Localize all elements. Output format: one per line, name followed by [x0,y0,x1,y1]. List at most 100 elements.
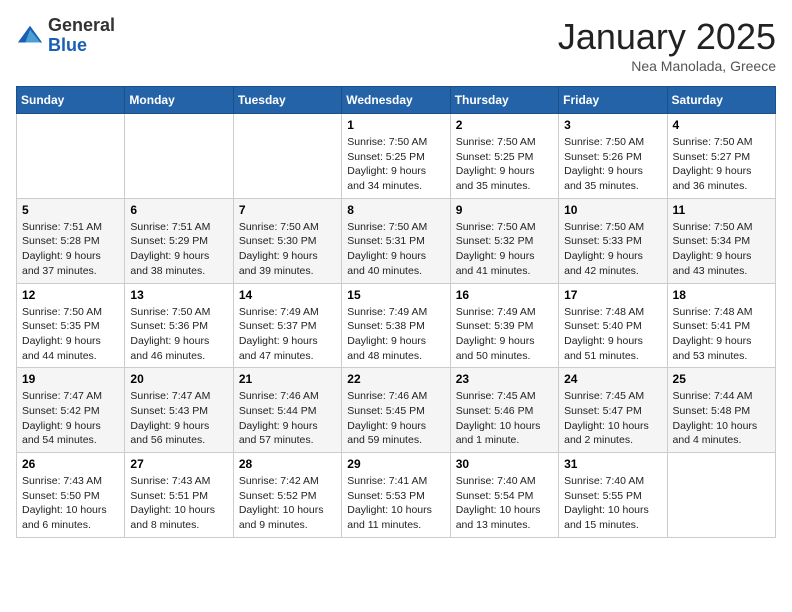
day-number: 27 [130,457,227,471]
calendar-cell: 29 Sunrise: 7:41 AM Sunset: 5:53 PM Dayli… [342,453,450,538]
week-row-2: 5 Sunrise: 7:51 AM Sunset: 5:28 PM Daylig… [17,198,776,283]
calendar-cell: 1Sunrise: 7:50 AM Sunset: 5:25 PM Daylig… [342,114,450,199]
day-number: 21 [239,372,336,386]
calendar-cell: 4 Sunrise: 7:50 AM Sunset: 5:27 PM Daylig… [667,114,775,199]
day-info: Sunrise: 7:50 AM Sunset: 5:36 PM Dayligh… [130,305,227,364]
calendar-cell: 20 Sunrise: 7:47 AM Sunset: 5:43 PM Dayli… [125,368,233,453]
day-info: Sunrise: 7:44 AM Sunset: 5:48 PM Dayligh… [673,389,770,448]
day-number: 20 [130,372,227,386]
day-number: 24 [564,372,661,386]
day-info: Sunrise: 7:47 AM Sunset: 5:42 PM Dayligh… [22,389,119,448]
day-number: 9 [456,203,553,217]
location: Nea Manolada, Greece [558,58,776,74]
calendar-cell: 7Sunrise: 7:50 AM Sunset: 5:30 PM Daylig… [233,198,341,283]
day-info: Sunrise: 7:50 AM Sunset: 5:25 PM Dayligh… [456,135,553,194]
day-info: Sunrise: 7:47 AM Sunset: 5:43 PM Dayligh… [130,389,227,448]
calendar-cell: 27 Sunrise: 7:43 AM Sunset: 5:51 PM Dayli… [125,453,233,538]
week-row-3: 12 Sunrise: 7:50 AM Sunset: 5:35 PM Dayli… [17,283,776,368]
day-header-wednesday: Wednesday [342,87,450,114]
day-number: 3 [564,118,661,132]
day-info: Sunrise: 7:50 AM Sunset: 5:35 PM Dayligh… [22,305,119,364]
month-title: January 2025 [558,16,776,58]
calendar-cell: 9 Sunrise: 7:50 AM Sunset: 5:32 PM Daylig… [450,198,558,283]
calendar-cell: 6 Sunrise: 7:51 AM Sunset: 5:29 PM Daylig… [125,198,233,283]
calendar-cell: 8 Sunrise: 7:50 AM Sunset: 5:31 PM Daylig… [342,198,450,283]
day-info: Sunrise: 7:50 AM Sunset: 5:32 PM Dayligh… [456,220,553,279]
calendar-cell [667,453,775,538]
day-info: Sunrise: 7:46 AM Sunset: 5:45 PM Dayligh… [347,389,444,448]
day-number: 30 [456,457,553,471]
calendar-cell: 23 Sunrise: 7:45 AM Sunset: 5:46 PM Dayli… [450,368,558,453]
calendar-cell: 11 Sunrise: 7:50 AM Sunset: 5:34 PM Dayli… [667,198,775,283]
calendar-cell: 14 Sunrise: 7:49 AM Sunset: 5:37 PM Dayli… [233,283,341,368]
day-number: 13 [130,288,227,302]
day-info: Sunrise: 7:40 AM Sunset: 5:55 PM Dayligh… [564,474,661,533]
calendar-cell [125,114,233,199]
page-header: General Blue January 2025 Nea Manolada, … [16,16,776,74]
day-info: Sunrise: 7:51 AM Sunset: 5:29 PM Dayligh… [130,220,227,279]
day-info: Sunrise: 7:50 AM Sunset: 5:33 PM Dayligh… [564,220,661,279]
day-info: Sunrise: 7:51 AM Sunset: 5:28 PM Dayligh… [22,220,119,279]
calendar-cell: 24 Sunrise: 7:45 AM Sunset: 5:47 PM Dayli… [559,368,667,453]
calendar-cell [233,114,341,199]
calendar-cell: 17Sunrise: 7:48 AM Sunset: 5:40 PM Dayli… [559,283,667,368]
logo-icon [16,22,44,50]
day-info: Sunrise: 7:50 AM Sunset: 5:31 PM Dayligh… [347,220,444,279]
calendar-cell: 21Sunrise: 7:46 AM Sunset: 5:44 PM Dayli… [233,368,341,453]
day-number: 8 [347,203,444,217]
day-header-friday: Friday [559,87,667,114]
calendar-cell: 25 Sunrise: 7:44 AM Sunset: 5:48 PM Dayli… [667,368,775,453]
week-row-1: 1Sunrise: 7:50 AM Sunset: 5:25 PM Daylig… [17,114,776,199]
day-info: Sunrise: 7:49 AM Sunset: 5:39 PM Dayligh… [456,305,553,364]
title-block: January 2025 Nea Manolada, Greece [558,16,776,74]
day-info: Sunrise: 7:50 AM Sunset: 5:27 PM Dayligh… [673,135,770,194]
calendar-table: SundayMondayTuesdayWednesdayThursdayFrid… [16,86,776,538]
day-number: 26 [22,457,119,471]
day-number: 5 [22,203,119,217]
day-number: 29 [347,457,444,471]
calendar-cell: 10 Sunrise: 7:50 AM Sunset: 5:33 PM Dayli… [559,198,667,283]
day-info: Sunrise: 7:50 AM Sunset: 5:34 PM Dayligh… [673,220,770,279]
day-number: 12 [22,288,119,302]
day-info: Sunrise: 7:45 AM Sunset: 5:46 PM Dayligh… [456,389,553,448]
day-info: Sunrise: 7:43 AM Sunset: 5:50 PM Dayligh… [22,474,119,533]
day-number: 18 [673,288,770,302]
day-info: Sunrise: 7:49 AM Sunset: 5:37 PM Dayligh… [239,305,336,364]
calendar-cell: 28 Sunrise: 7:42 AM Sunset: 5:52 PM Dayli… [233,453,341,538]
day-number: 17 [564,288,661,302]
day-header-thursday: Thursday [450,87,558,114]
calendar-cell: 3Sunrise: 7:50 AM Sunset: 5:26 PM Daylig… [559,114,667,199]
calendar-cell: 15Sunrise: 7:49 AM Sunset: 5:38 PM Dayli… [342,283,450,368]
day-number: 22 [347,372,444,386]
day-number: 23 [456,372,553,386]
calendar-cell: 22 Sunrise: 7:46 AM Sunset: 5:45 PM Dayli… [342,368,450,453]
week-row-5: 26 Sunrise: 7:43 AM Sunset: 5:50 PM Dayli… [17,453,776,538]
day-number: 11 [673,203,770,217]
calendar-cell: 31Sunrise: 7:40 AM Sunset: 5:55 PM Dayli… [559,453,667,538]
day-number: 7 [239,203,336,217]
day-info: Sunrise: 7:42 AM Sunset: 5:52 PM Dayligh… [239,474,336,533]
day-info: Sunrise: 7:48 AM Sunset: 5:41 PM Dayligh… [673,305,770,364]
logo: General Blue [16,16,115,56]
day-info: Sunrise: 7:41 AM Sunset: 5:53 PM Dayligh… [347,474,444,533]
day-number: 25 [673,372,770,386]
day-number: 28 [239,457,336,471]
day-info: Sunrise: 7:45 AM Sunset: 5:47 PM Dayligh… [564,389,661,448]
calendar-cell: 26 Sunrise: 7:43 AM Sunset: 5:50 PM Dayli… [17,453,125,538]
day-info: Sunrise: 7:40 AM Sunset: 5:54 PM Dayligh… [456,474,553,533]
day-header-saturday: Saturday [667,87,775,114]
day-number: 4 [673,118,770,132]
day-header-sunday: Sunday [17,87,125,114]
calendar-cell: 30 Sunrise: 7:40 AM Sunset: 5:54 PM Dayli… [450,453,558,538]
day-info: Sunrise: 7:43 AM Sunset: 5:51 PM Dayligh… [130,474,227,533]
day-number: 6 [130,203,227,217]
day-number: 19 [22,372,119,386]
calendar-cell [17,114,125,199]
calendar-cell: 12 Sunrise: 7:50 AM Sunset: 5:35 PM Dayli… [17,283,125,368]
calendar-cell: 13 Sunrise: 7:50 AM Sunset: 5:36 PM Dayli… [125,283,233,368]
logo-general-text: General [48,15,115,35]
day-header-monday: Monday [125,87,233,114]
calendar-cell: 18 Sunrise: 7:48 AM Sunset: 5:41 PM Dayli… [667,283,775,368]
day-number: 10 [564,203,661,217]
day-number: 14 [239,288,336,302]
